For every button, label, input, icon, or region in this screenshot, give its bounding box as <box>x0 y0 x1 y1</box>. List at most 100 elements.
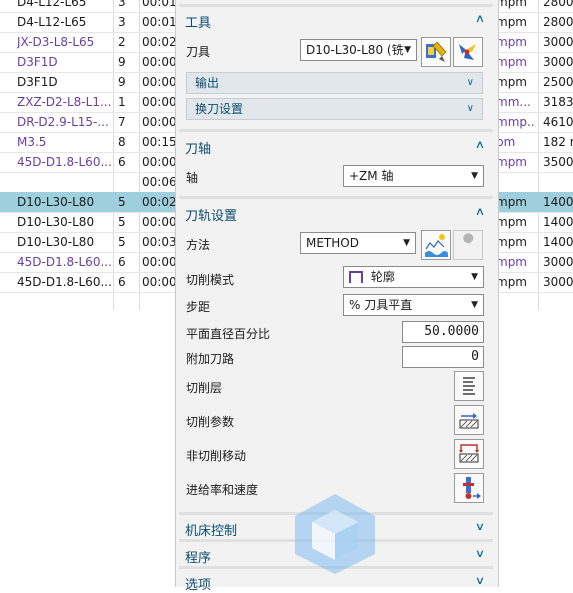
extra-passes-label: 附加刀路 <box>186 352 235 366</box>
cut-levels-label: 切削层 <box>186 381 223 395</box>
cut-pattern-label: 切削模式 <box>186 273 235 287</box>
axis-dropdown[interactable]: +ZM 轴 ▼ <box>343 165 484 187</box>
feeds-speeds-label: 进给率和速度 <box>186 483 259 497</box>
table-cell-speed: mpm <box>496 55 527 69</box>
table-cell-rpm: 3000 <box>543 55 573 69</box>
table-cell-name: D4-L12-L65 <box>17 0 87 9</box>
stepover-value: % 刀具平直 <box>349 298 413 312</box>
chevron-up-icon[interactable]: ∧ <box>475 12 485 25</box>
dropdown-arrow-icon: ▼ <box>404 45 411 55</box>
feeds-speeds-icon[interactable] <box>454 473 484 503</box>
non-cut-moves-label: 非切削移动 <box>186 449 247 463</box>
table-cell-count: 6 <box>118 255 126 269</box>
table-cell-speed: mpm <box>496 275 527 289</box>
table-cell-count: 9 <box>118 75 126 89</box>
cut-params-label: 切削参数 <box>186 415 235 429</box>
method-label: 方法 <box>186 238 211 252</box>
axis-dropdown-value: +ZM 轴 <box>349 169 394 183</box>
group-separator <box>179 196 493 199</box>
table-cell-name: DR-D2.9-L15-... <box>17 115 109 129</box>
group-title-machine-control[interactable]: 机床控制 <box>185 520 237 539</box>
chevron-down-icon: ∨ <box>466 103 474 114</box>
percent-input[interactable]: 50.0000 <box>402 321 484 343</box>
table-cell-speed: pm <box>496 135 516 149</box>
table-cell-name: D3F1D <box>17 75 58 89</box>
table-cell-rpm: 1400 <box>543 235 573 249</box>
dropdown-arrow-icon: ▼ <box>403 238 410 248</box>
group-title-tool[interactable]: 工具 <box>185 12 211 31</box>
wrench-icon[interactable] <box>453 230 483 260</box>
table-cell-rpm: 2800 <box>543 0 573 9</box>
watermark-cube-icon <box>295 494 375 574</box>
table-cell-rpm: 3000 <box>543 255 573 269</box>
edit-tool-icon[interactable] <box>421 37 451 67</box>
table-cell-speed <box>496 172 536 192</box>
cut-pattern-dropdown[interactable]: 轮廓 ▼ <box>343 266 484 288</box>
table-cell-count: 1 <box>118 95 126 109</box>
tool-dropdown[interactable]: D10-L30-L80 (铣 ▼ <box>300 39 417 61</box>
chevron-down-icon[interactable]: ∨ <box>475 547 485 560</box>
dropdown-arrow-icon: ▼ <box>471 171 478 181</box>
table-cell-count: 6 <box>118 155 126 169</box>
tool-change-subpanel[interactable]: 换刀设置 ∨ <box>186 98 483 120</box>
stepover-dropdown[interactable]: % 刀具平直 ▼ <box>343 294 484 316</box>
edit-method-icon[interactable] <box>421 230 451 260</box>
cut-params-icon[interactable] <box>454 405 484 435</box>
table-cell-name: D4-L12-L65 <box>17 15 87 29</box>
table-cell-name: 45D-D1.8-L60... <box>17 255 112 269</box>
chevron-down-icon[interactable]: ∨ <box>475 520 485 533</box>
table-cell-speed: mm... <box>496 95 531 109</box>
output-subpanel[interactable]: 输出 ∨ <box>186 72 483 94</box>
group-title-axis[interactable]: 刀轴 <box>185 138 211 157</box>
table-cell-speed: mpm <box>496 75 527 89</box>
table-cell-count <box>118 172 138 192</box>
table-cell-rpm: 2500 <box>543 75 573 89</box>
output-label: 输出 <box>195 76 220 90</box>
table-cell-name <box>17 172 112 192</box>
table-cell-speed: mpm <box>496 255 527 269</box>
chevron-down-icon[interactable]: ∨ <box>475 574 485 587</box>
chevron-down-icon: ∨ <box>466 77 474 88</box>
chevron-up-icon[interactable]: ∧ <box>475 205 485 218</box>
group-title-program[interactable]: 程序 <box>185 547 211 566</box>
table-cell-count: 5 <box>118 195 126 209</box>
table-cell-speed: mpm <box>496 35 527 49</box>
table-cell-name: 45D-D1.8-L60... <box>17 275 112 289</box>
table-cell-rpm: 182 r <box>543 135 573 149</box>
method-dropdown[interactable]: METHOD ▼ <box>300 232 416 254</box>
table-cell-count: 8 <box>118 135 126 149</box>
table-cell-rpm: 3500 <box>543 155 573 169</box>
group-title-options[interactable]: 选项 <box>185 574 211 593</box>
table-cell-rpm: 3000 <box>543 275 573 289</box>
display-tool-icon[interactable] <box>453 37 483 67</box>
extra-passes-input[interactable]: 0 <box>402 346 484 368</box>
dropdown-arrow-icon: ▼ <box>471 272 478 282</box>
stepover-label: 步距 <box>186 300 211 314</box>
cut-levels-icon[interactable] <box>454 371 484 401</box>
table-cell-count: 2 <box>118 35 126 49</box>
table-cell-name: ZXZ-D2-L8-L1... <box>17 95 112 109</box>
tool-label: 刀具 <box>186 45 211 59</box>
table-cell-name: D10-L30-L80 <box>17 215 95 229</box>
table-cell-rpm <box>543 172 573 192</box>
chevron-up-icon[interactable]: ∧ <box>475 138 485 151</box>
table-cell-name: 45D-D1.8-L60... <box>17 155 112 169</box>
group-separator <box>179 129 493 132</box>
dropdown-arrow-icon: ▼ <box>471 300 478 310</box>
non-cut-moves-icon[interactable] <box>454 439 484 469</box>
tool-dropdown-value: D10-L30-L80 (铣 <box>306 43 404 57</box>
table-cell-rpm: 4610 <box>543 115 573 129</box>
tool-change-label: 换刀设置 <box>195 102 244 116</box>
table-cell-rpm: 3183 <box>543 95 573 109</box>
table-cell-count: 5 <box>118 215 126 229</box>
table-cell-rpm: 1400 <box>543 215 573 229</box>
percent-label: 平面直径百分比 <box>186 327 271 341</box>
group-separator <box>179 4 493 7</box>
group-title-path-settings[interactable]: 刀轨设置 <box>185 205 237 224</box>
table-cell-name: JX-D3-L8-L65 <box>17 35 95 49</box>
table-cell-name: D3F1D <box>17 55 58 69</box>
table-cell-name: M3.5 <box>17 135 47 149</box>
method-dropdown-value: METHOD <box>306 236 359 250</box>
table-cell-count: 3 <box>118 15 126 29</box>
table-cell-rpm: 1400 <box>543 195 573 209</box>
